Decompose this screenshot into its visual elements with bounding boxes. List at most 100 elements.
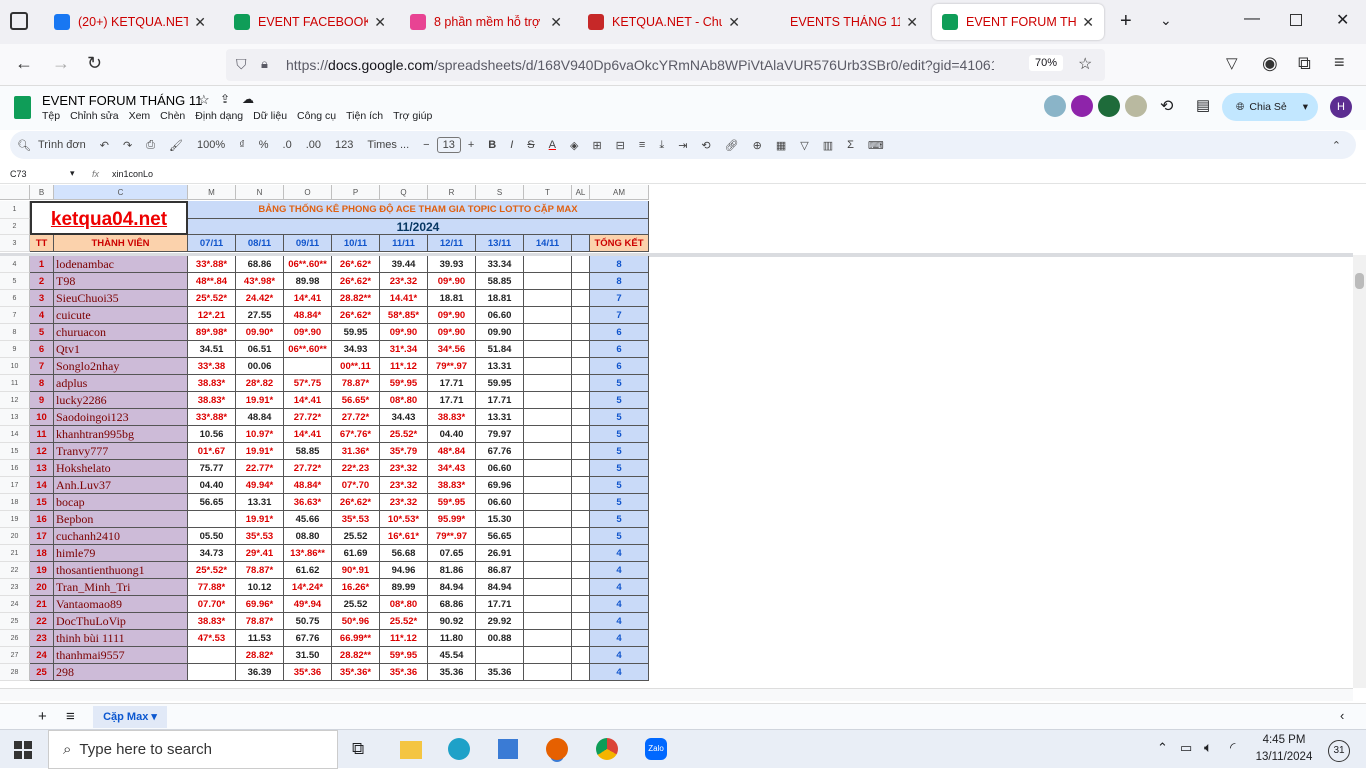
score-cell[interactable]: 28.82** <box>332 647 380 664</box>
score-cell[interactable]: 13.31 <box>236 494 284 511</box>
add-sheet-button[interactable]: + <box>38 708 47 725</box>
score-cell[interactable]: 35*.79 <box>380 443 428 460</box>
column-header[interactable]: AL <box>572 185 590 200</box>
score-cell[interactable]: 68.86 <box>428 596 476 613</box>
score-cell[interactable]: 58.85 <box>284 443 332 460</box>
score-cell[interactable]: 67.76 <box>476 443 524 460</box>
score-cell[interactable]: 35*.36 <box>284 664 332 681</box>
header-cell[interactable]: 12/11 <box>428 235 476 252</box>
score-cell[interactable]: 17.71 <box>476 392 524 409</box>
user-avatar[interactable]: H <box>1330 96 1352 118</box>
score-cell[interactable]: 27.72* <box>284 409 332 426</box>
borders-icon[interactable]: ⊞ <box>585 139 608 152</box>
score-cell[interactable]: 08.80 <box>284 528 332 545</box>
score-cell[interactable]: 34*.56 <box>428 341 476 358</box>
score-cell[interactable]: 06.51 <box>236 341 284 358</box>
member-name-cell[interactable]: churuacon <box>54 324 188 341</box>
row-header[interactable]: 17 <box>0 477 30 494</box>
score-cell[interactable]: 18.81 <box>428 290 476 307</box>
score-cell[interactable]: 66.99** <box>332 630 380 647</box>
score-cell[interactable]: 31.36* <box>332 443 380 460</box>
strikethrough-icon[interactable]: S <box>520 139 541 151</box>
score-cell[interactable]: 14*.41 <box>284 426 332 443</box>
score-cell[interactable]: 14*.41 <box>284 392 332 409</box>
total-cell[interactable]: 4 <box>590 562 649 579</box>
rank-cell[interactable]: 15 <box>30 494 54 511</box>
functions-icon[interactable]: Σ <box>840 139 861 151</box>
header-cell[interactable]: 09/11 <box>284 235 332 252</box>
total-cell[interactable]: 5 <box>590 392 649 409</box>
total-cell[interactable]: 5 <box>590 426 649 443</box>
row-header[interactable]: 4 <box>0 256 30 273</box>
score-cell[interactable]: 34*.43 <box>428 460 476 477</box>
menu-item[interactable]: Tệp <box>42 110 60 122</box>
rank-cell[interactable]: 13 <box>30 460 54 477</box>
score-cell[interactable] <box>524 290 572 307</box>
score-cell[interactable] <box>572 375 590 392</box>
minimize-button[interactable]: — <box>1244 10 1260 28</box>
store-icon[interactable] <box>498 739 518 759</box>
menu-icon[interactable]: ≡ <box>1334 52 1345 73</box>
score-cell[interactable]: 10*.53* <box>380 511 428 528</box>
score-cell[interactable]: 27.55 <box>236 307 284 324</box>
rank-cell[interactable]: 5 <box>30 324 54 341</box>
score-cell[interactable] <box>524 630 572 647</box>
account-icon[interactable]: ◉ <box>1262 53 1278 74</box>
member-name-cell[interactable]: lodenambac <box>54 256 188 273</box>
score-cell[interactable]: 09*.90 <box>428 273 476 290</box>
rank-cell[interactable]: 6 <box>30 341 54 358</box>
header-cell[interactable] <box>572 235 590 252</box>
score-cell[interactable]: 10.12 <box>236 579 284 596</box>
member-name-cell[interactable]: Songlo2nhay <box>54 358 188 375</box>
score-cell[interactable]: 69.96 <box>476 477 524 494</box>
score-cell[interactable]: 26*.62* <box>332 307 380 324</box>
clock[interactable]: 4:45 PM 13/11/2024 <box>1252 732 1316 766</box>
score-cell[interactable]: 26*.62* <box>332 273 380 290</box>
zoom-select[interactable]: 100% <box>190 139 232 151</box>
row-header[interactable]: 21 <box>0 545 30 562</box>
rank-cell[interactable]: 24 <box>30 647 54 664</box>
score-cell[interactable] <box>524 664 572 681</box>
vertical-scrollbar[interactable] <box>1353 255 1366 688</box>
score-cell[interactable]: 48.84* <box>284 307 332 324</box>
sheets-logo-icon[interactable] <box>14 96 31 119</box>
score-cell[interactable]: 06**.60** <box>284 341 332 358</box>
score-cell[interactable] <box>572 460 590 477</box>
score-cell[interactable] <box>572 477 590 494</box>
score-cell[interactable] <box>572 545 590 562</box>
score-cell[interactable]: 23*.32 <box>380 273 428 290</box>
score-cell[interactable]: 34.93 <box>332 341 380 358</box>
score-cell[interactable]: 04.40 <box>188 477 236 494</box>
score-cell[interactable]: 48**.84 <box>188 273 236 290</box>
score-cell[interactable]: 12*.21 <box>188 307 236 324</box>
score-cell[interactable] <box>188 511 236 528</box>
score-cell[interactable]: 31.50 <box>284 647 332 664</box>
score-cell[interactable]: 09*.90 <box>380 324 428 341</box>
row-header[interactable]: 24 <box>0 596 30 613</box>
move-icon[interactable]: ⇪ <box>220 92 230 106</box>
paint-format-icon[interactable]: 🖌︎ <box>162 139 190 152</box>
score-cell[interactable] <box>524 375 572 392</box>
member-name-cell[interactable]: Hokshelato <box>54 460 188 477</box>
doc-title[interactable]: EVENT FORUM THÁNG 11 <box>42 93 202 108</box>
score-cell[interactable] <box>572 409 590 426</box>
windows-start-icon[interactable] <box>14 741 32 759</box>
score-cell[interactable]: 22.77* <box>236 460 284 477</box>
row-header[interactable]: 23 <box>0 579 30 596</box>
score-cell[interactable]: 09*.90 <box>428 307 476 324</box>
score-cell[interactable]: 25.52* <box>380 613 428 630</box>
score-cell[interactable] <box>524 562 572 579</box>
score-cell[interactable]: 57*.75 <box>284 375 332 392</box>
score-cell[interactable]: 61.62 <box>284 562 332 579</box>
score-cell[interactable]: 31*.34 <box>380 341 428 358</box>
member-name-cell[interactable]: 298 <box>54 664 188 681</box>
column-header[interactable]: B <box>30 185 54 200</box>
score-cell[interactable] <box>476 647 524 664</box>
score-cell[interactable] <box>572 443 590 460</box>
row-header[interactable]: 28 <box>0 664 30 681</box>
wrap-icon[interactable]: ⇥ <box>671 139 694 152</box>
score-cell[interactable]: 35.36 <box>428 664 476 681</box>
row-header[interactable]: 18 <box>0 494 30 511</box>
score-cell[interactable]: 26*.62* <box>332 256 380 273</box>
score-cell[interactable]: 23*.32 <box>380 494 428 511</box>
